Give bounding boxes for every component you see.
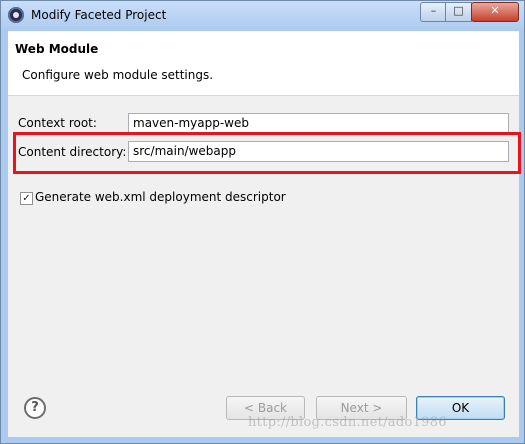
- generate-descriptor-label[interactable]: Generate web.xml deployment descriptor: [35, 190, 286, 204]
- dialog-body: Web Module Configure web module settings…: [8, 31, 521, 437]
- dialog-window: Modify Faceted Project – □ ✕ Web Module …: [0, 0, 525, 444]
- minimize-button[interactable]: –: [420, 2, 447, 22]
- watermark: http://blog.csdn.net/ado1986: [248, 415, 447, 430]
- title-bar[interactable]: Modify Faceted Project – □ ✕: [1, 1, 524, 30]
- page-description: Configure web module settings.: [22, 68, 214, 82]
- help-icon[interactable]: ?: [24, 397, 46, 419]
- content-directory-label: Content directory:: [18, 145, 127, 159]
- page-title: Web Module: [15, 42, 99, 56]
- context-root-field[interactable]: maven-myapp-web: [128, 113, 509, 133]
- window-title: Modify Faceted Project: [31, 8, 167, 22]
- header-banner: Web Module Configure web module settings…: [8, 31, 519, 96]
- close-button[interactable]: ✕: [471, 2, 519, 22]
- eclipse-icon: [8, 7, 24, 23]
- content-directory-field[interactable]: src/main/webapp: [128, 141, 509, 162]
- maximize-button[interactable]: □: [445, 2, 472, 22]
- context-root-label: Context root:: [18, 116, 97, 130]
- generate-descriptor-checkbox[interactable]: ✓: [20, 192, 33, 205]
